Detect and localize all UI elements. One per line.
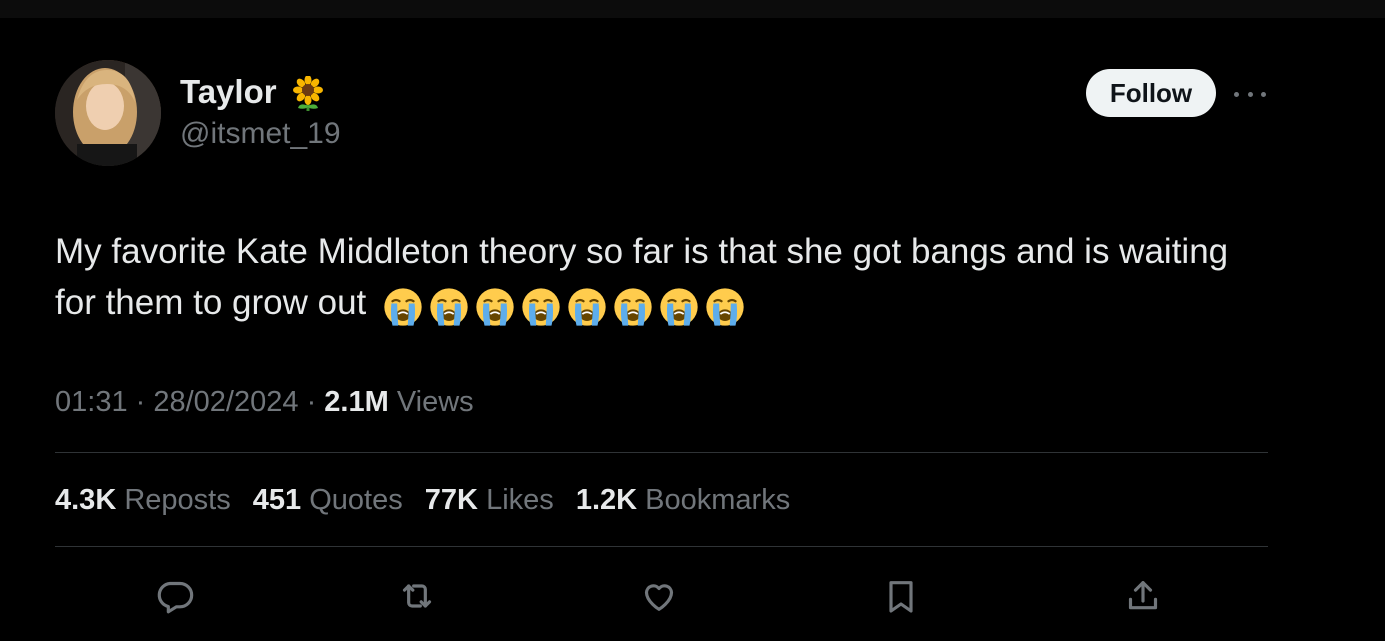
likes-label: Likes <box>486 484 554 516</box>
views-label: Views <box>396 386 474 418</box>
user-handle[interactable]: @itsmet_19 <box>180 116 341 152</box>
follow-button[interactable]: Follow <box>1086 69 1216 117</box>
loudly-crying-face-icon <box>706 288 744 326</box>
tweet-time[interactable]: 01:31 <box>55 386 128 418</box>
views-count: 2.1M <box>324 386 389 418</box>
loudly-crying-face-icon <box>476 288 514 326</box>
separator-dot: · <box>306 386 325 418</box>
stat-bookmarks[interactable]: 1.2K Bookmarks <box>576 484 790 516</box>
more-dots-icon[interactable] <box>1234 82 1266 106</box>
quotes-label: Quotes <box>309 484 403 516</box>
top-bar <box>0 0 1385 18</box>
tweet-date[interactable]: 28/02/2024 <box>153 386 298 418</box>
stat-quotes[interactable]: 451 Quotes <box>253 484 403 516</box>
loudly-crying-face-icon <box>614 288 652 326</box>
quotes-count: 451 <box>252 484 302 516</box>
bookmarks-label: Bookmarks <box>645 484 791 516</box>
divider <box>55 452 1268 453</box>
separator-dot: · <box>135 386 154 418</box>
emoji-row <box>382 279 750 330</box>
reply-icon[interactable] <box>153 574 197 618</box>
loudly-crying-face-icon <box>568 288 606 326</box>
bookmark-icon[interactable] <box>879 574 923 618</box>
reposts-count: 4.3K <box>55 484 117 516</box>
reposts-label: Reposts <box>124 484 231 516</box>
loudly-crying-face-icon <box>384 288 422 326</box>
tweet-text: My favorite Kate Middleton theory so far… <box>55 226 1275 330</box>
avatar[interactable] <box>55 60 161 166</box>
share-icon[interactable] <box>1121 574 1165 618</box>
like-icon[interactable] <box>637 574 681 618</box>
loudly-crying-face-icon <box>660 288 698 326</box>
divider <box>55 546 1268 547</box>
engagement-stats: 4.3K Reposts 451 Quotes 77K Likes 1.2K B… <box>55 480 804 520</box>
display-name[interactable]: Taylor <box>180 72 277 112</box>
likes-count: 77K <box>424 484 478 516</box>
repost-icon[interactable] <box>395 574 439 618</box>
sunflower-icon <box>290 75 326 112</box>
tweet-meta: 01:31 · 28/02/2024 · 2.1M Views <box>55 383 474 421</box>
loudly-crying-face-icon <box>430 288 468 326</box>
bookmarks-count: 1.2K <box>575 484 638 516</box>
stat-reposts[interactable]: 4.3K Reposts <box>55 484 231 516</box>
stat-likes[interactable]: 77K Likes <box>425 484 554 516</box>
loudly-crying-face-icon <box>522 288 560 326</box>
